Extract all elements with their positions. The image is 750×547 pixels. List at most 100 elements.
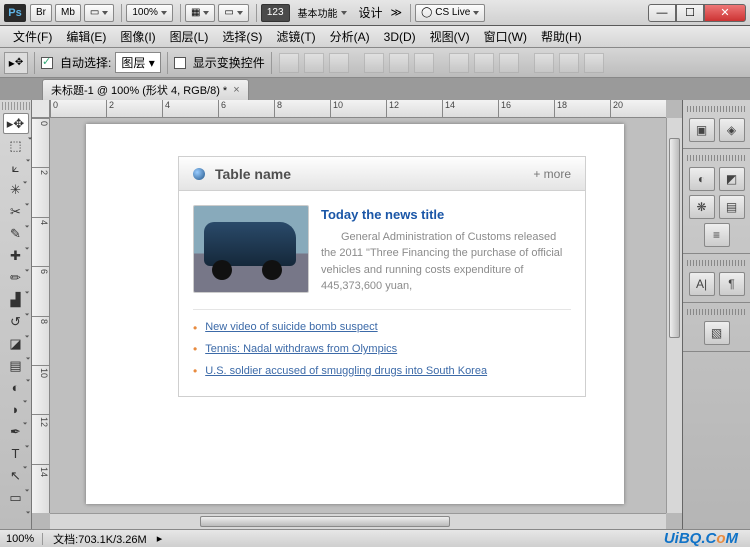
watermark: UiBQ.CoM [664,530,744,547]
bridge-button[interactable]: Br [30,4,52,22]
menu-edit[interactable]: 编辑(E) [59,25,113,48]
ruler-horizontal[interactable]: 02468101214161820 [50,100,666,118]
separator [410,4,411,22]
menu-file[interactable]: 文件(F) [6,25,59,48]
separator [256,4,257,22]
document-tab[interactable]: 未标题-1 @ 100% (形状 4, RGB/8) * × [42,79,249,100]
distribute-left-button[interactable] [534,53,554,73]
panel-handle[interactable] [687,309,746,315]
list-item: U.S. soldier accused of smuggling drugs … [193,361,571,383]
arrange-docs-button[interactable]: ▦ [185,4,215,22]
news-link[interactable]: New video of suicide bomb suspect [205,318,377,338]
align-right-button[interactable] [414,53,434,73]
menu-view[interactable]: 视图(V) [423,25,477,48]
panel-handle[interactable] [2,102,30,110]
auto-select-checkbox[interactable] [41,57,53,69]
panel-handle[interactable] [687,155,746,161]
menu-window[interactable]: 窗口(W) [477,25,534,48]
align-bottom-button[interactable] [329,53,349,73]
auto-select-label: 自动选择: [60,54,111,71]
separator [34,52,35,74]
panel-handle[interactable] [687,106,746,112]
panel-title: Table name [215,166,291,182]
menu-filter[interactable]: 滤镜(T) [269,25,322,48]
adjustments-panel-button[interactable]: ◐ [689,167,715,191]
status-doc-label: 文档:703.1K/3.26M [53,531,147,547]
lasso-tool[interactable]: ⟀ [3,157,29,178]
scrollbar-vertical[interactable] [666,118,682,513]
news-link[interactable]: U.S. soldier accused of smuggling drugs … [205,362,487,382]
align-top-button[interactable] [279,53,299,73]
show-transform-checkbox[interactable] [174,57,186,69]
window-minimize-button[interactable]: — [648,4,676,22]
panel-handle[interactable] [687,260,746,266]
move-tool[interactable]: ▸✥ [3,113,29,134]
distribute-bottom-button[interactable] [499,53,519,73]
news-thumbnail [193,205,309,293]
menu-image[interactable]: 图像(I) [113,25,162,48]
separator [121,4,122,22]
document-tab-close-icon[interactable]: × [233,84,239,96]
scrollbar-thumb[interactable] [200,516,450,527]
status-menu-icon[interactable]: ▸ [157,532,163,545]
menu-help[interactable]: 帮助(H) [534,25,589,48]
ruler-origin[interactable] [32,100,50,118]
move-tool-icon[interactable]: ▸✥ [4,52,28,74]
menu-analysis[interactable]: 分析(A) [323,25,377,48]
news-link-list: New video of suicide bomb suspect Tennis… [193,309,571,383]
ruler-vertical[interactable]: 02468101214 [32,118,50,513]
status-zoom[interactable]: 100% [6,533,43,545]
layers-panel-button[interactable]: ▤ [719,195,745,219]
masks-panel-button[interactable]: ◩ [719,167,745,191]
align-vcenter-button[interactable] [304,53,324,73]
swatches-panel-button[interactable]: ◈ [719,118,745,142]
zoom-dropdown[interactable]: 100% [126,4,173,22]
design-panel: Table name + more Today the news title G… [178,156,586,397]
align-hcenter-button[interactable] [389,53,409,73]
workspace-more-icon[interactable]: ≫ [387,6,407,19]
photoshop-icon: Ps [4,4,26,22]
extras-button[interactable]: 123 [261,4,290,22]
gradient-tool[interactable]: ▤ [3,355,29,376]
menu-layer[interactable]: 图层(L) [163,25,216,48]
distribute-right-button[interactable] [584,53,604,73]
right-panel-dock: ▣ ◈ ◐ ◩ ❋ ▤ ≡ A| ¶ ▧ [682,100,750,529]
distribute-vcenter-button[interactable] [474,53,494,73]
screen-mode-button[interactable]: ▭ [218,4,248,22]
navigator-panel-button[interactable]: ▧ [704,321,730,345]
color-panel-button[interactable]: ▣ [689,118,715,142]
menu-select[interactable]: 选择(S) [215,25,269,48]
blur-tool[interactable]: ◐ [3,377,29,398]
align-left-button[interactable] [364,53,384,73]
window-maximize-button[interactable]: ☐ [676,4,704,22]
workspace-design[interactable]: 设计 [355,4,387,21]
separator [271,52,272,74]
workspace-basic[interactable]: 基本功能 [293,4,352,22]
menu-3d[interactable]: 3D(D) [377,27,423,47]
document-tab-bar: 未标题-1 @ 100% (形状 4, RGB/8) * × [0,78,750,100]
separator [167,52,168,74]
show-transform-label: 显示变换控件 [193,54,265,71]
distribute-top-button[interactable] [449,53,469,73]
news-body: General Administration of Customs releas… [321,229,571,295]
auto-select-target-dropdown[interactable]: 图层 ▾ [115,52,160,73]
cslive-button[interactable]: ◯CS Live [415,4,485,22]
distribute-hcenter-button[interactable] [559,53,579,73]
channels-panel-button[interactable]: ≡ [704,223,730,247]
more-link[interactable]: + more [533,167,571,181]
screen-mode-button[interactable]: ▭ [84,4,114,22]
styles-panel-button[interactable]: ❋ [689,195,715,219]
window-close-button[interactable]: ✕ [704,4,746,22]
minibridge-button[interactable]: Mb [55,4,81,22]
scrollbar-thumb[interactable] [669,138,680,338]
paragraph-panel-button[interactable]: ¶ [719,272,745,296]
tools-panel: ▸✥ ⬚ ⟀ ✳ ✂ ✎ ✚ ✏ ▟ ↺ ◪ ▤ ◐ ◗ ✒ T ↖ ▭ [0,100,32,529]
marquee-tool[interactable]: ⬚ [3,135,29,156]
list-item: Tennis: Nadal withdraws from Olympics [193,339,571,361]
canvas[interactable]: Table name + more Today the news title G… [86,124,624,504]
document-viewport: 02468101214161820 02468101214 Table name… [32,100,682,529]
news-link[interactable]: Tennis: Nadal withdraws from Olympics [205,340,397,360]
bullet-icon [193,168,205,180]
character-panel-button[interactable]: A| [689,272,715,296]
scrollbar-horizontal[interactable] [50,513,666,529]
